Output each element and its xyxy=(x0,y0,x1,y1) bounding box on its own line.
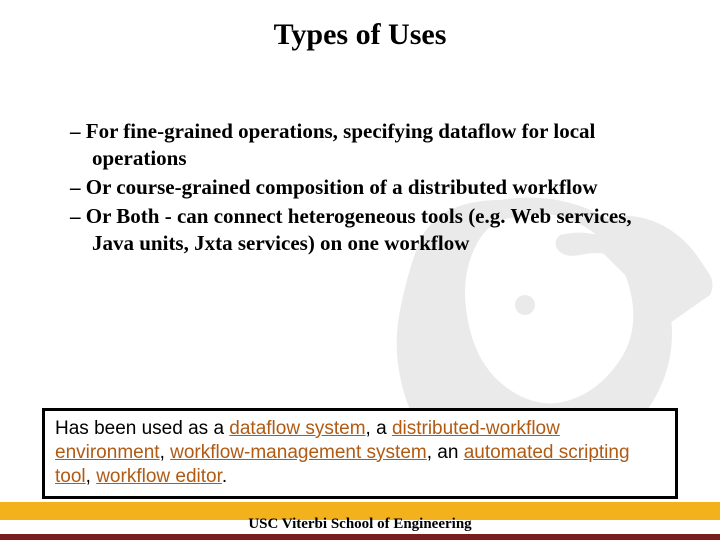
callout-text: , an xyxy=(427,442,464,463)
callout-text: . xyxy=(222,466,227,487)
bullet-item: For fine-grained operations, specifying … xyxy=(70,118,670,172)
footer-bar: USC Viterbi School of Engineering xyxy=(0,502,720,540)
bullet-list: For fine-grained operations, specifying … xyxy=(70,118,670,258)
callout-highlight: workflow-management system xyxy=(170,442,427,463)
callout-highlight: dataflow system xyxy=(229,418,365,439)
footer-text: USC Viterbi School of Engineering xyxy=(0,516,720,533)
callout-box: Has been used as a dataflow system, a di… xyxy=(42,408,678,499)
callout-highlight: workflow editor xyxy=(96,466,222,487)
bullet-item: Or Both - can connect heterogeneous tool… xyxy=(70,203,670,257)
bullet-item: Or course-grained composition of a distr… xyxy=(70,174,670,201)
callout-text: Has been used as a xyxy=(55,418,229,439)
callout-text: , xyxy=(160,442,171,463)
callout-text: , xyxy=(86,466,97,487)
callout-text: , a xyxy=(366,418,392,439)
footer-red-stripe xyxy=(0,534,720,540)
slide-title: Types of Uses xyxy=(0,0,720,52)
